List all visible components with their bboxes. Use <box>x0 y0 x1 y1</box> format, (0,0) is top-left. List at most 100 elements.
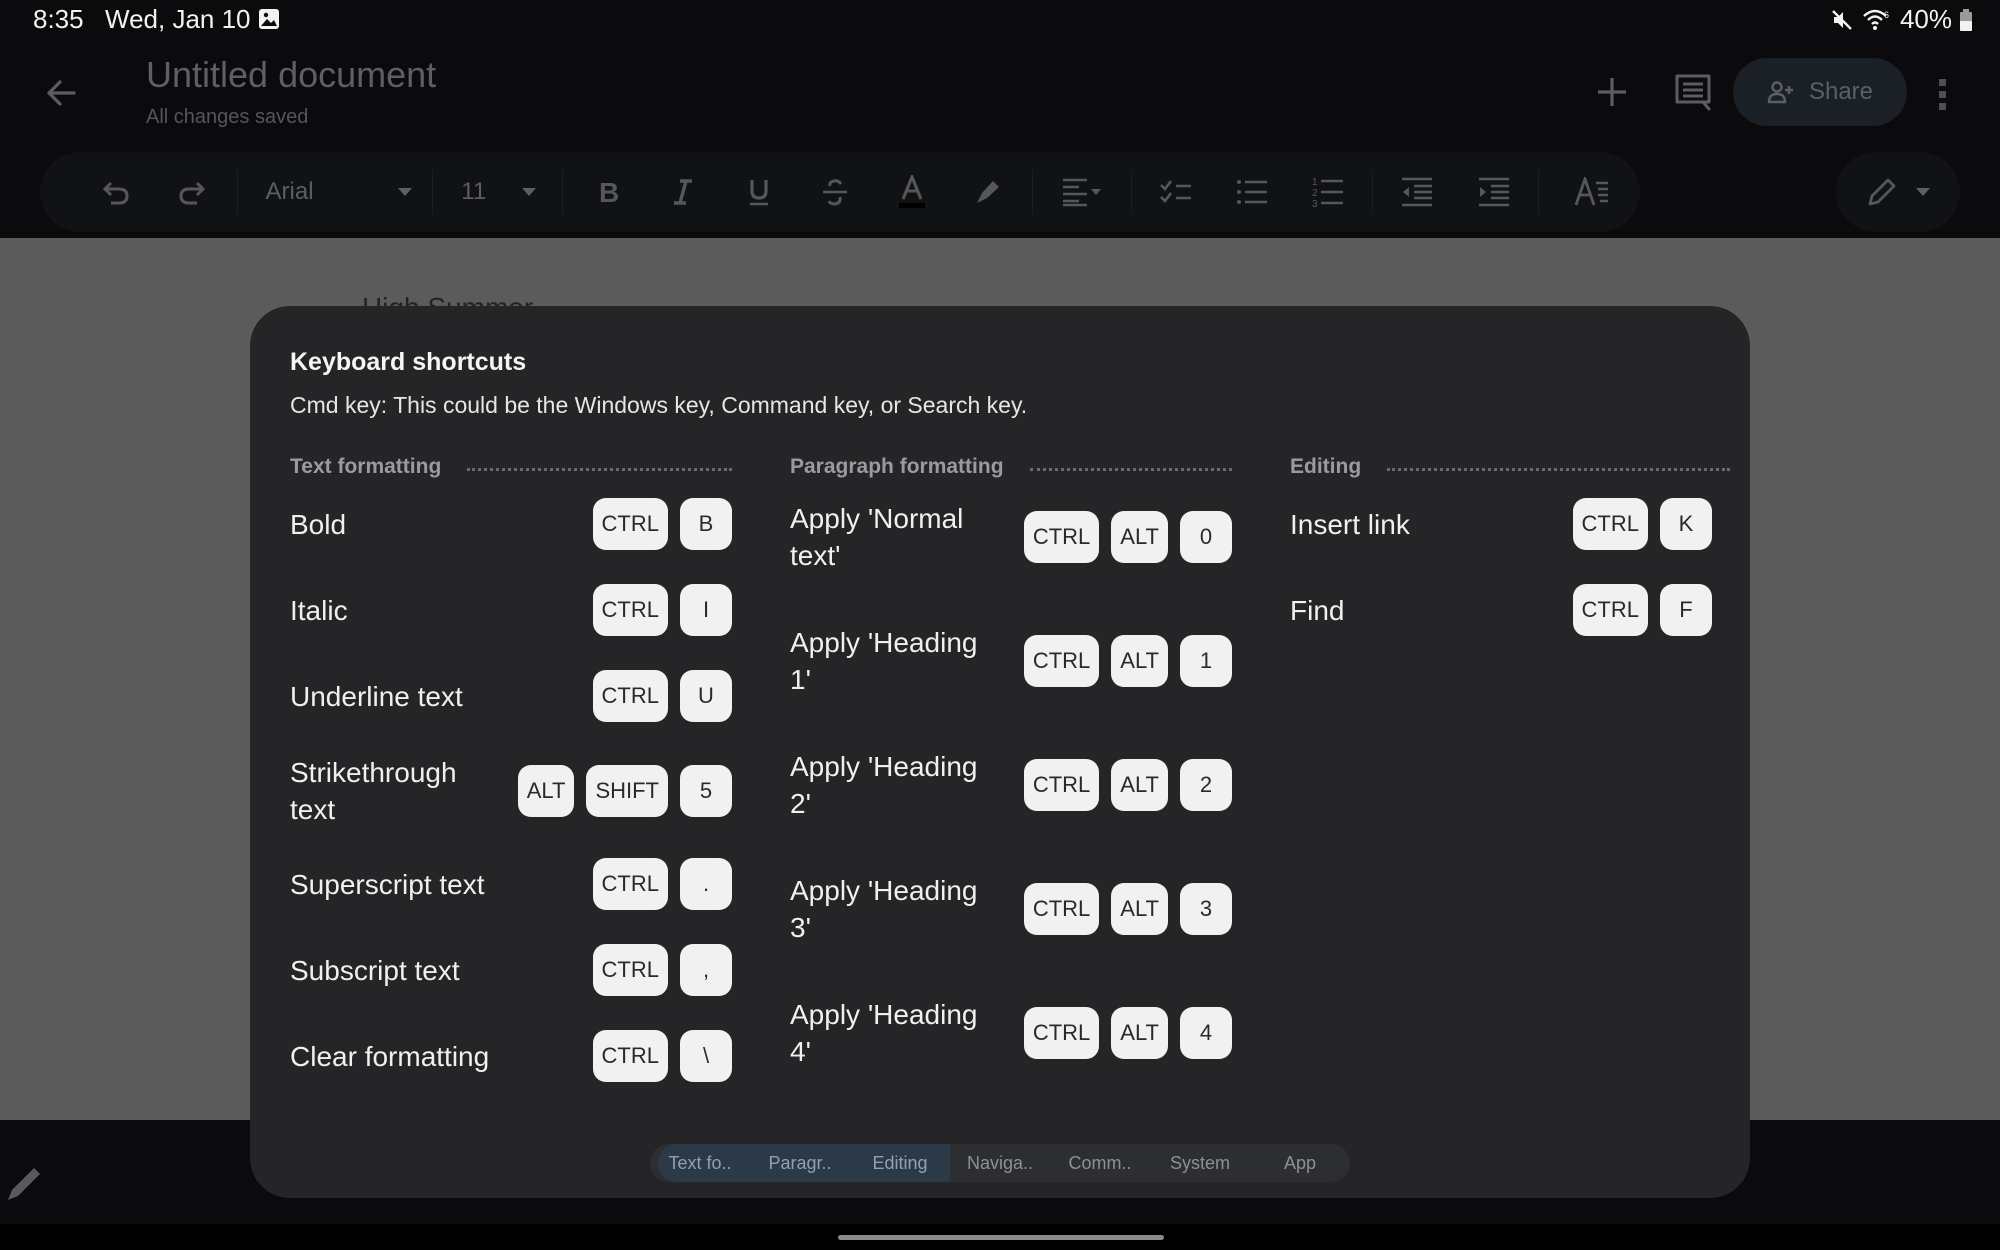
key-cap: \ <box>680 1030 732 1082</box>
tab-paragraph[interactable]: Paragr.. <box>750 1144 850 1182</box>
italic-button[interactable] <box>645 162 721 222</box>
key-cap: CTRL <box>592 498 668 550</box>
section-heading-label: Editing <box>1290 455 1362 478</box>
toolbar-divider <box>1031 170 1033 214</box>
key-cap: ALT <box>1111 1007 1168 1059</box>
bulleted-list-icon <box>1236 180 1267 204</box>
shortcut-label: Apply 'Heading 2' <box>790 751 978 819</box>
increase-indent-button[interactable] <box>1456 162 1532 222</box>
decrease-indent-button[interactable] <box>1379 162 1455 222</box>
align-left-icon <box>1062 178 1101 207</box>
back-arrow-icon[interactable] <box>40 72 82 114</box>
text-format-button[interactable] <box>1545 162 1640 222</box>
key-cap: ALT <box>1111 511 1168 563</box>
tab-navigation[interactable]: Naviga.. <box>950 1144 1050 1182</box>
redo-button[interactable] <box>154 162 230 222</box>
svg-text:2: 2 <box>1312 188 1318 199</box>
app-bar: Untitled document All changes saved Shar… <box>0 40 2000 140</box>
font-size-value: 11 <box>461 178 487 205</box>
key-cap: . <box>680 858 732 910</box>
shortcut-label: Italic <box>290 594 348 626</box>
strikethrough-button[interactable] <box>797 162 873 222</box>
key-cap: F <box>1660 584 1712 636</box>
key-cap: 5 <box>680 765 732 817</box>
dialog-title: Keyboard shortcuts <box>290 348 527 376</box>
section-heading: Paragraph formatting <box>790 452 1232 482</box>
shortcut-label: Insert link <box>1290 508 1410 540</box>
toolbar-divider <box>1372 170 1374 214</box>
formatting-toolbar: Arial 11 B 123 <box>40 152 1640 232</box>
dotted-divider <box>1387 467 1730 471</box>
section-heading-label: Paragraph formatting <box>790 455 1004 478</box>
text-format-icon <box>1575 177 1609 206</box>
shortcut-label: Clear formatting <box>290 1040 490 1072</box>
wifi-6-icon: 6 <box>1863 9 1889 30</box>
bulleted-list-button[interactable] <box>1214 162 1290 222</box>
mute-icon <box>1832 9 1852 30</box>
chevron-down-icon <box>398 188 413 196</box>
gallery-icon <box>259 9 279 29</box>
edit-pencil-fab-icon[interactable] <box>0 1150 50 1220</box>
clock: 8:35 <box>33 4 84 34</box>
shortcut-label: Apply 'Normal text' <box>790 503 964 571</box>
category-tab-strip[interactable]: Text fo.. Paragr.. Editing Naviga.. Comm… <box>650 1144 1350 1182</box>
add-icon[interactable] <box>1594 74 1630 110</box>
share-button[interactable]: Share <box>1733 58 1907 126</box>
highlight-button[interactable] <box>950 162 1026 222</box>
numbered-list-button[interactable]: 123 <box>1290 162 1366 222</box>
toolbar-divider <box>1537 170 1539 214</box>
undo-button[interactable] <box>78 162 154 222</box>
key-cap: I <box>680 584 732 636</box>
italic-icon <box>673 179 692 205</box>
svg-text:3: 3 <box>1312 199 1318 209</box>
document-title[interactable]: Untitled document <box>146 54 436 96</box>
key-cap: 3 <box>1180 883 1232 935</box>
comment-icon[interactable] <box>1673 72 1713 112</box>
section-editing: Editing Insert link CTRL K Find CTRL F <box>1290 452 1730 646</box>
edit-mode-dropdown[interactable] <box>1836 152 1960 232</box>
battery-percent: 40% <box>1899 4 1952 34</box>
font-family-value: Arial <box>265 178 314 205</box>
shortcut-row: Subscript text CTRL, <box>290 934 732 1006</box>
share-label: Share <box>1808 78 1874 105</box>
key-cap: , <box>680 944 732 996</box>
shortcut-row: Bold CTRL B <box>290 488 732 560</box>
font-size-dropdown[interactable]: 11 <box>439 162 555 222</box>
tab-comments[interactable]: Comm.. <box>1050 1144 1150 1182</box>
checklist-button[interactable] <box>1138 162 1214 222</box>
text-color-button[interactable] <box>873 162 949 222</box>
bold-button[interactable]: B <box>569 162 645 222</box>
key-cap: 0 <box>1180 511 1232 563</box>
section-heading-label: Text formatting <box>290 455 442 478</box>
shortcut-row: Strikethrough text ALT SHIFT 5 <box>290 746 732 836</box>
shortcut-row: Clear formatting CTRL \ <box>290 1020 732 1092</box>
underline-button[interactable] <box>721 162 797 222</box>
shortcut-row: Superscript text CTRL. <box>290 848 732 920</box>
section-paragraph-formatting: Paragraph formatting Apply 'Normal text'… <box>790 452 1232 1078</box>
shortcut-row: Insert link CTRL K <box>1290 488 1712 560</box>
status-bar: 8:35 Wed, Jan 10 6 40% <box>0 0 2000 40</box>
redo-icon <box>179 181 206 205</box>
home-indicator[interactable] <box>838 1235 1164 1240</box>
more-vert-icon[interactable] <box>1936 78 1950 112</box>
font-family-dropdown[interactable]: Arial <box>244 162 427 222</box>
key-cap: ALT <box>517 765 575 817</box>
key-cap: CTRL <box>1023 1007 1100 1059</box>
tab-app[interactable]: App <box>1250 1144 1350 1182</box>
text-color-icon <box>898 175 925 208</box>
bold-icon: B <box>599 177 619 207</box>
tab-text-formatting[interactable]: Text fo.. <box>650 1144 750 1182</box>
key-cap: ALT <box>1111 635 1168 687</box>
shortcut-label: Apply 'Heading 4' <box>790 999 978 1067</box>
section-heading: Editing <box>1290 452 1730 482</box>
status-icons: 6 40% <box>1830 4 1972 35</box>
tab-editing[interactable]: Editing <box>850 1144 950 1182</box>
align-dropdown[interactable] <box>1039 162 1125 222</box>
tab-system[interactable]: System <box>1150 1144 1250 1182</box>
key-cap: U <box>680 670 732 722</box>
key-cap: 4 <box>1180 1007 1232 1059</box>
numbered-list-icon: 123 <box>1312 177 1344 209</box>
keyboard-shortcuts-dialog: Keyboard shortcuts Cmd key: This could b… <box>250 306 1750 1198</box>
dotted-divider <box>1029 467 1232 471</box>
save-status: All changes saved <box>146 106 309 128</box>
